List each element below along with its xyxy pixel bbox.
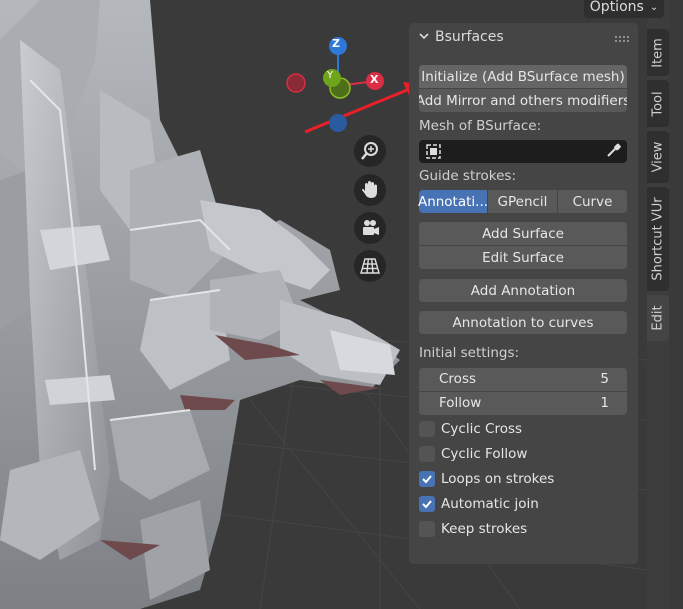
zoom-icon[interactable]	[354, 135, 386, 167]
guide-option-curve[interactable]: Curve	[558, 190, 627, 213]
gizmo-x-label: X	[370, 73, 379, 86]
add-surface-button[interactable]: Add Surface	[419, 222, 627, 245]
checkbox-label: Loops on strokes	[441, 471, 555, 487]
tab-tool[interactable]: Tool	[647, 80, 669, 127]
edit-surface-button[interactable]: Edit Surface	[419, 246, 627, 269]
follow-label: Follow	[439, 395, 482, 411]
guide-strokes-label: Guide strokes:	[419, 168, 516, 184]
cross-label: Cross	[439, 371, 477, 387]
options-dropdown[interactable]: Options ⌄	[584, 0, 664, 18]
add-mirror-button[interactable]: Add Mirror and others modifiers	[419, 89, 627, 112]
mesh-object-icon	[426, 144, 441, 159]
follow-value: 1	[600, 395, 609, 411]
add-annotation-button[interactable]: Add Annotation	[419, 279, 627, 302]
tab-item[interactable]: Item	[647, 29, 669, 76]
guide-option-annotation[interactable]: Annotati...	[418, 190, 488, 213]
navigation-gizmo[interactable]: Z X Y	[280, 30, 390, 140]
initialize-button[interactable]: Initialize (Add BSurface mesh)	[419, 65, 627, 88]
camera-icon[interactable]	[354, 212, 386, 244]
mesh-label: Mesh of BSurface:	[419, 118, 542, 134]
initial-settings-label: Initial settings:	[419, 345, 520, 361]
gizmo-y-label: Y	[327, 70, 334, 81]
pan-hand-icon[interactable]	[354, 174, 386, 206]
tab-shortcut-vur[interactable]: Shortcut VUr	[647, 187, 669, 291]
bsurfaces-panel: Bsurfaces Initialize (Add BSurface mesh)…	[409, 23, 638, 564]
checkmark-icon	[422, 475, 432, 484]
checkbox-label: Cyclic Cross	[441, 421, 523, 437]
guide-option-gpencil[interactable]: GPencil	[488, 190, 557, 213]
checkbox-box[interactable]	[419, 446, 435, 462]
tab-view[interactable]: View	[647, 131, 669, 183]
checkbox-box[interactable]	[419, 421, 435, 437]
gizmo-z-label: Z	[332, 37, 340, 50]
options-label: Options	[589, 0, 644, 15]
cross-field[interactable]: Cross 5	[419, 368, 627, 391]
right-edge	[669, 0, 683, 609]
tab-edit[interactable]: Edit	[647, 295, 669, 341]
drag-grip-icon[interactable]	[614, 35, 630, 43]
cyclic-cross-checkbox[interactable]: Cyclic Cross	[419, 419, 522, 439]
checkmark-icon	[422, 500, 432, 509]
checkbox-box[interactable]	[419, 521, 435, 537]
checkbox-label: Automatic join	[441, 496, 539, 512]
annotation-to-curves-button[interactable]: Annotation to curves	[419, 311, 627, 334]
cross-value: 5	[600, 371, 609, 387]
checkbox-label: Keep strokes	[441, 521, 528, 537]
sidebar-tabs: Item Tool View Shortcut VUr Edit	[647, 23, 669, 609]
cyclic-follow-checkbox[interactable]: Cyclic Follow	[419, 444, 527, 464]
panel-header[interactable]: Bsurfaces	[409, 23, 638, 53]
chevron-down-icon: ⌄	[649, 1, 659, 13]
keep-strokes-checkbox[interactable]: Keep strokes	[419, 519, 527, 539]
checkbox-box[interactable]	[419, 471, 435, 487]
loops-on-strokes-checkbox[interactable]: Loops on strokes	[419, 469, 554, 489]
mesh-field[interactable]	[419, 140, 627, 163]
eyedropper-icon[interactable]	[605, 143, 621, 159]
panel-title: Bsurfaces	[435, 29, 504, 45]
automatic-join-checkbox[interactable]: Automatic join	[419, 494, 539, 514]
chevron-down-icon	[419, 33, 429, 40]
checkbox-label: Cyclic Follow	[441, 446, 528, 462]
follow-field[interactable]: Follow 1	[419, 392, 627, 415]
checkbox-box[interactable]	[419, 496, 435, 512]
perspective-grid-icon[interactable]	[354, 250, 386, 282]
